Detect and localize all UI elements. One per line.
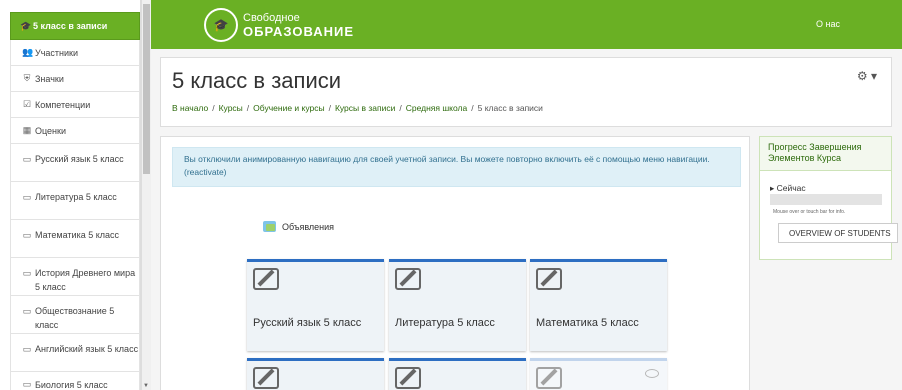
folder-icon: ▭ [22,379,32,389]
sidebar-item-label: Компетенции [35,99,91,110]
tile-label: Русский язык 5 класс [253,317,362,329]
sidebar-item[interactable]: ⛨ Значки [10,66,140,92]
shield-icon: ⛨ [23,73,31,83]
tile-label: Литература 5 класс [395,317,495,329]
folder-icon: ▭ [22,268,32,278]
sidebar-item[interactable]: ☑ Компетенции [10,92,140,118]
folder-icon: ▭ [22,154,32,164]
folder-icon: ▭ [22,230,32,240]
sidebar-item[interactable]: ▦ Оценки [10,118,140,144]
scroll-down-arrow-icon[interactable]: ▼ [143,383,149,389]
breadcrumb: В начало / Курсы / Обучение и курсы / Курсы в … [172,103,543,113]
now-indicator: ▸ Сейчас [770,183,806,193]
sidebar-item[interactable]: 👥 Участники [10,40,140,66]
page-header: 5 класс в записи ⚙ ▾ В начало / Курсы / Обуч… [160,57,892,127]
sidebar-item-label: История Древнего мира 5 класс [35,268,136,292]
breadcrumb-separator: / [246,103,250,113]
logo-line-2: ОБРАЗОВАНИЕ [243,24,354,39]
progress-hint: Mouse over or touch bar for info. [773,209,846,215]
sidebar-item[interactable]: ▭ Обществознание 5 класс [10,296,140,334]
sidebar-item[interactable]: ▭ Математика 5 класс [10,220,140,258]
edit-icon [536,268,562,290]
sidebar-scrollbar[interactable]: ▼ [141,0,151,390]
top-navbar: 🎓 Свободное ОБРАЗОВАНИЕ О нас [151,0,902,49]
sidebar-item-label: Участники [35,47,78,58]
breadcrumb-item[interactable]: Обучение и курсы [253,103,324,113]
course-tile-hidden[interactable] [530,358,667,390]
sidebar-item-label: Оценки [35,125,66,136]
sidebar-item[interactable]: ▭ История Древнего мира 5 класс [10,258,140,296]
breadcrumb-separator: / [399,103,402,113]
course-tile[interactable]: Литература 5 класс [389,259,526,351]
sidebar-item[interactable]: ▭ Английский язык 5 класс [10,334,140,372]
about-link[interactable]: О нас [816,19,840,29]
edit-icon [395,367,421,389]
block-title: Прогресс Завершения Элементов Курса [760,137,891,171]
gear-icon[interactable]: ⚙ ▾ [857,69,877,83]
sidebar-item-course[interactable]: 🎓 5 класс в записи [10,12,140,40]
edit-icon [536,367,562,389]
course-tile[interactable] [247,358,384,390]
course-tile[interactable]: Русский язык 5 класс [247,259,384,351]
graduation-cap-logo-icon: 🎓 [204,8,238,42]
sidebar-item[interactable]: ▭ Биология 5 класс [10,372,140,390]
announcements-label: Объявления [282,221,335,232]
folder-icon: ▭ [22,192,32,202]
breadcrumb-separator: / [471,103,474,113]
graduation-cap-icon: 🎓 [20,20,32,31]
now-label: Сейчас [776,183,806,193]
sidebar-item-label: Биология 5 класс [35,379,108,390]
sidebar-item-label: Русский язык 5 класс [35,154,124,164]
scrollbar-thumb[interactable] [143,4,150,174]
sidebar-item-label: 5 класс в записи [33,21,108,31]
sidebar-item-label: Литература 5 класс [35,192,117,202]
course-tile[interactable] [389,358,526,390]
eye-slash-icon [645,369,659,378]
completion-progress-block: Прогресс Завершения Элементов Курса ▸ Се… [759,136,898,260]
breadcrumb-item[interactable]: Курсы в записи [335,103,395,113]
navigation-alert: Вы отключили анимированную навигацию для… [172,147,741,187]
table-icon: ▦ [22,125,32,135]
sidebar-item-label: Обществознание 5 класс [35,306,115,330]
sidebar-item-label: Английский язык 5 класс [35,344,139,354]
course-tile[interactable]: Математика 5 класс [530,259,667,351]
sidebar-item[interactable]: ▭ Литература 5 класс [10,182,140,220]
sidebar-item-label: Значки [35,73,64,84]
breadcrumb-item[interactable]: В начало [172,103,208,113]
sidebar-list: 👥 Участники ⛨ Значки ☑ Компетенции ▦ Оценки ▭ Рус… [10,40,140,390]
breadcrumb-separator: / [328,103,331,113]
breadcrumb-separator: / [212,103,215,113]
nav-drawer: 🎓 5 класс в записи 👥 Участники ⛨ Значки ☑ Ком… [0,0,141,390]
progress-bar[interactable] [770,194,882,205]
logo-text: Свободное ОБРАЗОВАНИЕ [243,12,354,38]
forum-icon [263,221,276,232]
overview-of-students-button[interactable]: OVERVIEW OF STUDENTS [778,223,898,243]
course-content: Вы отключили анимированную навигацию для… [160,136,750,390]
folder-icon: ▭ [22,344,32,354]
folder-icon: ▭ [22,306,32,316]
tile-label: Математика 5 класс [536,317,639,329]
breadcrumb-item[interactable]: Средняя школа [406,103,468,113]
checkbox-icon: ☑ [22,99,32,109]
site-logo[interactable]: 🎓 Свободное ОБРАЗОВАНИЕ [204,8,354,42]
breadcrumb-item[interactable]: 5 класс в записи [478,103,543,113]
breadcrumb-item[interactable]: Курсы [219,103,243,113]
page-title: 5 класс в записи [172,68,342,93]
announcements-link[interactable]: Объявления [263,221,334,232]
edit-icon [253,367,279,389]
sidebar-item-label: Математика 5 класс [35,230,120,240]
edit-icon [395,268,421,290]
users-icon: 👥 [22,47,34,57]
sidebar-item[interactable]: ▭ Русский язык 5 класс [10,144,140,182]
edit-icon [253,268,279,290]
